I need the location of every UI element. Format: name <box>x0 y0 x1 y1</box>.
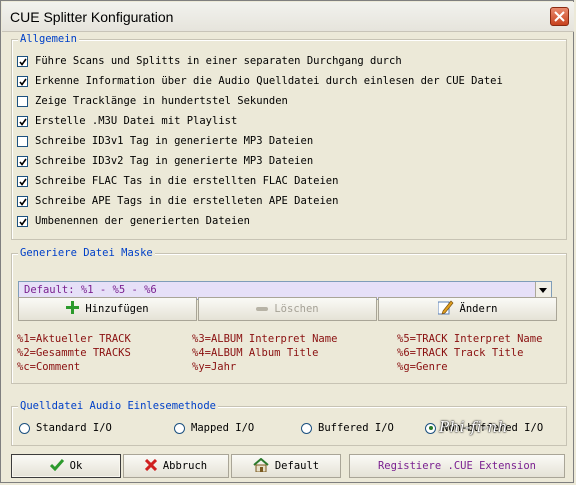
mask-select-value: Default: %1 - %5 - %6 <box>24 284 157 296</box>
watermark: Phi-fi-nh <box>439 418 508 436</box>
radio-button[interactable] <box>19 422 30 434</box>
option-label: Schreibe FLAC Tas in die erstellten FLAC… <box>35 175 339 187</box>
plus-icon <box>66 301 80 317</box>
option-label: Zeige Tracklänge in hundertstel Sekunden <box>35 95 288 107</box>
option-label: Umbenennen der generierten Dateien <box>35 215 250 227</box>
default-button[interactable]: Default <box>231 454 341 478</box>
delete-button[interactable]: Löschen <box>198 297 377 321</box>
read-method-option[interactable]: Buffered I/O <box>301 421 394 435</box>
window-title: CUE Splitter Konfiguration <box>10 9 174 25</box>
option-checkbox[interactable] <box>17 195 28 207</box>
option-row[interactable]: Umbenennen der generierten Dateien <box>17 214 250 228</box>
placeholder-code: %y=Jahr <box>192 361 237 373</box>
option-checkbox[interactable] <box>17 75 28 87</box>
option-row[interactable]: Schreibe ID3v2 Tag in generierte MP3 Dat… <box>17 154 313 168</box>
add-button-label: Hinzufügen <box>85 303 149 315</box>
radio-button[interactable] <box>301 422 312 434</box>
option-row[interactable]: Führe Scans und Splitts in einer separat… <box>17 54 402 68</box>
option-row[interactable]: Schreibe FLAC Tas in die erstellten FLAC… <box>17 174 338 188</box>
radio-label: Mapped I/O <box>191 422 255 434</box>
read-method-option[interactable]: Mapped I/O <box>174 421 254 435</box>
radio-label: Buffered I/O <box>318 422 394 434</box>
read-method-option[interactable]: Standard I/O <box>19 421 112 435</box>
option-row[interactable]: Schreibe ID3v1 Tag in generierte MP3 Dat… <box>17 134 313 148</box>
placeholder-code: %c=Comment <box>17 361 81 373</box>
home-icon <box>253 457 269 475</box>
option-label: Führe Scans und Splitts in einer separat… <box>35 55 402 67</box>
placeholder-code: %3=ALBUM Interpret Name <box>192 333 338 345</box>
option-checkbox[interactable] <box>17 55 28 67</box>
title-bar[interactable]: CUE Splitter Konfiguration <box>2 2 574 32</box>
option-label: Schreibe ID3v2 Tag in generierte MP3 Dat… <box>35 155 314 167</box>
cancel-button-label: Abbruch <box>162 460 208 472</box>
register-button-label: Registiere .CUE Extension <box>377 460 537 472</box>
option-checkbox[interactable] <box>17 95 28 107</box>
option-row[interactable]: Zeige Tracklänge in hundertstel Sekunden <box>17 94 288 108</box>
radio-button[interactable] <box>174 422 185 434</box>
option-label: Erstelle .M3U Datei mit Playlist <box>35 115 238 127</box>
placeholder-code: %g=Genre <box>397 361 448 373</box>
placeholder-code: %5=TRACK Interpret Name <box>397 333 543 345</box>
option-label: Schreibe ID3v1 Tag in generierte MP3 Dat… <box>35 135 314 147</box>
default-button-label: Default <box>274 460 320 472</box>
ok-button[interactable]: Ok <box>11 454 121 478</box>
option-label: Erkenne Information über die Audio Quell… <box>35 75 503 87</box>
mask-group: Generiere Datei Maske Default: %1 - %5 -… <box>11 247 567 384</box>
option-label: Schreibe APE Tags in die erstelleten APE… <box>35 195 339 207</box>
placeholder-code: %6=TRACK Track Title <box>397 347 524 359</box>
option-row[interactable]: Erkenne Information über die Audio Quell… <box>17 74 503 88</box>
read-method-legend: Quelldatei Audio Einlesemethode <box>18 400 218 412</box>
checkmark-icon <box>49 458 64 474</box>
option-checkbox[interactable] <box>17 135 28 147</box>
register-extension-button[interactable]: Registiere .CUE Extension <box>349 454 565 478</box>
option-checkbox[interactable] <box>17 155 28 167</box>
radio-button[interactable] <box>425 422 436 434</box>
radio-label: Standard I/O <box>36 422 112 434</box>
option-checkbox[interactable] <box>17 115 28 127</box>
pencil-icon <box>437 300 454 318</box>
mask-legend: Generiere Datei Maske <box>18 247 155 259</box>
option-row[interactable]: Schreibe APE Tags in die erstelleten APE… <box>17 194 338 208</box>
close-button[interactable] <box>550 7 569 26</box>
edit-button[interactable]: Ändern <box>378 297 557 321</box>
general-legend: Allgemein <box>18 33 79 45</box>
dialog-window: CUE Splitter Konfiguration Allgemein Füh… <box>0 0 574 483</box>
option-row[interactable]: Erstelle .M3U Datei mit Playlist <box>17 114 237 128</box>
general-group: Allgemein Führe Scans und Splitts in ein… <box>11 33 567 240</box>
placeholder-code: %2=Gesammte TRACKS <box>17 347 131 359</box>
x-icon <box>144 458 157 474</box>
placeholder-code: %4=ALBUM Album Title <box>192 347 319 359</box>
option-checkbox[interactable] <box>17 175 28 187</box>
ok-button-label: Ok <box>69 460 83 472</box>
cancel-button[interactable]: Abbruch <box>123 454 229 478</box>
add-button[interactable]: Hinzufügen <box>18 297 197 321</box>
placeholder-code: %1=Aktueller TRACK <box>17 333 131 345</box>
minus-icon <box>256 303 269 315</box>
delete-button-label: Löschen <box>274 303 319 315</box>
option-checkbox[interactable] <box>17 215 28 227</box>
edit-button-label: Ändern <box>459 303 498 315</box>
